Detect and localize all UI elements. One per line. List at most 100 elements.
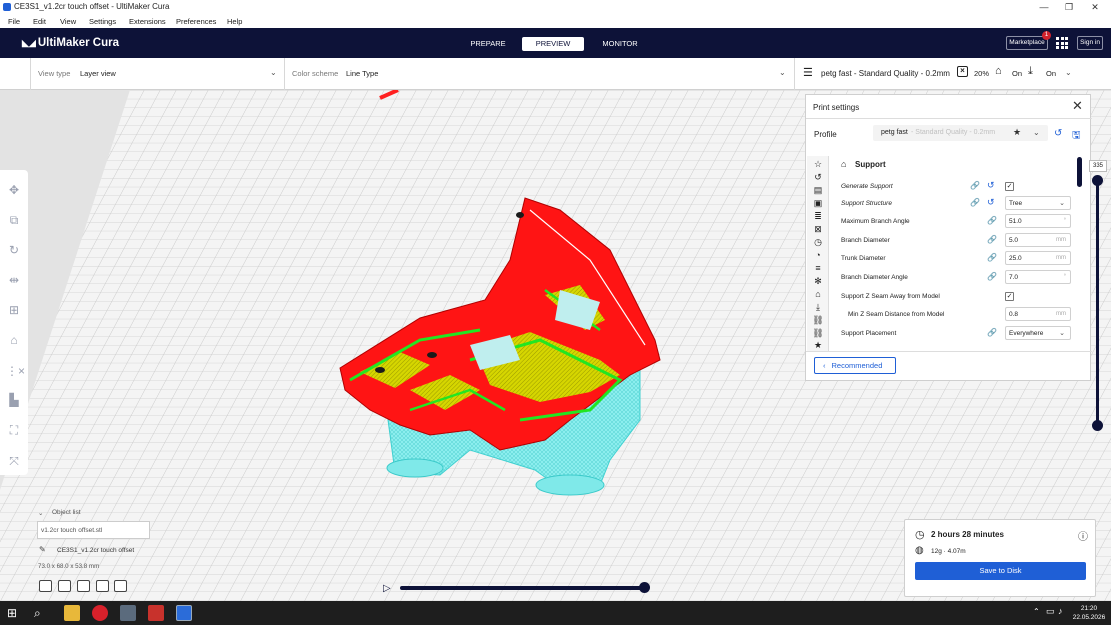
chevron-down-icon[interactable]: ⌄ — [38, 509, 43, 517]
start-icon[interactable]: ⊞ — [7, 605, 23, 621]
star-icon[interactable]: ★ — [1013, 127, 1021, 138]
volume-icon[interactable]: ♪ — [1058, 606, 1063, 616]
view-type-select[interactable]: View type Layer view ⌄ — [30, 58, 285, 90]
object-list-header[interactable]: Object list — [52, 509, 81, 516]
reset-icon[interactable]: ↺ — [987, 197, 995, 208]
menu-edit[interactable]: Edit — [33, 17, 46, 26]
reset-icon[interactable]: ↺ — [987, 180, 995, 191]
tab-monitor[interactable]: MONITOR — [594, 37, 646, 51]
paint-tool-icon[interactable]: ▙ — [6, 392, 22, 408]
opera-icon[interactable] — [92, 605, 108, 621]
tab-prepare[interactable]: PREPARE — [462, 37, 514, 51]
apps-grid-icon[interactable] — [1056, 37, 1068, 49]
close-icon[interactable]: ✕ — [1084, 0, 1106, 14]
infill-icon[interactable]: ≣ — [812, 210, 824, 222]
adhesion-category-icon[interactable]: ⤓ — [812, 301, 824, 313]
bounding-box-icon[interactable]: ⛶ — [6, 422, 22, 438]
cura-taskbar-icon[interactable] — [176, 605, 192, 621]
mesh-fixes-icon[interactable]: ⛓ — [812, 327, 824, 339]
support-placement-select[interactable]: Everywhere ⌄ — [1005, 326, 1071, 340]
quality-icon[interactable]: ↺ — [812, 171, 824, 183]
layer-slider-track[interactable] — [1096, 180, 1099, 426]
simulation-slider-handle[interactable] — [639, 582, 650, 593]
support-z-seam-checkbox[interactable]: ✓ — [1005, 292, 1014, 301]
play-icon[interactable]: ▷ — [383, 583, 391, 594]
close-icon[interactable]: ✕ — [1072, 98, 1083, 114]
calculator-icon[interactable] — [120, 605, 136, 621]
sign-in-button[interactable]: Sign in — [1077, 36, 1103, 50]
view-top-icon[interactable] — [77, 580, 90, 592]
dual-extrusion-icon[interactable]: ⛓ — [812, 314, 824, 326]
search-icon[interactable]: ⌕ — [34, 605, 50, 621]
layer-slider-top-handle[interactable] — [1092, 175, 1103, 186]
color-scheme-select[interactable]: Color scheme Line Type ⌄ — [285, 58, 795, 90]
minimize-icon[interactable]: — — [1033, 0, 1055, 14]
recommended-button[interactable]: ‹ Recommended — [814, 357, 896, 374]
menu-file[interactable]: File — [8, 17, 20, 26]
branch-diameter-angle-input[interactable]: 7.0 ° — [1005, 270, 1071, 284]
view-right-icon[interactable] — [114, 580, 127, 592]
profile-select[interactable]: petg fast - Standard Quality - 0.2mm ★ ⌄ — [873, 125, 1048, 141]
trunk-diameter-input[interactable]: 25.0 mm — [1005, 251, 1071, 265]
min-z-seam-distance-input[interactable]: 0.8 mm — [1005, 307, 1071, 321]
view-front-icon[interactable] — [58, 580, 71, 592]
mirror-tool-icon[interactable]: ⇹ — [6, 272, 22, 288]
object-name: CE3S1_v1.2cr touch offset — [57, 547, 135, 554]
setting-label: Support Placement — [841, 330, 897, 337]
rotate-tool-icon[interactable]: ↻ — [6, 242, 22, 258]
mesh-tools-icon[interactable]: ⋮× — [6, 363, 25, 379]
print-time: 2 hours 28 minutes — [931, 530, 1004, 539]
top-bottom-icon[interactable]: ▣ — [812, 197, 824, 209]
support-blocker-icon[interactable]: ⌂ — [6, 332, 22, 348]
view-left-icon[interactable] — [96, 580, 109, 592]
file-explorer-icon[interactable] — [64, 605, 80, 621]
walls-icon[interactable]: ▤ — [812, 184, 824, 196]
info-icon[interactable]: ⓘ — [1078, 528, 1088, 543]
print-setup-selector[interactable]: ☰ petg fast - Standard Quality - 0.2mm ×… — [795, 58, 1111, 90]
object-list-item[interactable]: v1.2cr touch offset.stl — [37, 521, 150, 539]
layer-slider-bottom-handle[interactable] — [1092, 420, 1103, 431]
fan-icon[interactable]: ✻ — [812, 275, 824, 287]
settings-scrollbar[interactable] — [1077, 157, 1082, 187]
max-branch-angle-input[interactable]: 51.0 ° — [1005, 214, 1071, 228]
system-clock[interactable]: 21:20 22.05.2026 — [1072, 604, 1106, 622]
pencil-icon[interactable]: ✎ — [39, 545, 46, 554]
layer-number[interactable]: 335 — [1089, 160, 1107, 172]
marketplace-button[interactable]: Marketplace — [1006, 36, 1048, 50]
view-3d-icon[interactable] — [39, 580, 52, 592]
special-modes-icon[interactable]: ★ — [812, 339, 824, 351]
speed-icon[interactable]: ◷ — [812, 236, 824, 248]
reset-profile-icon[interactable]: ↺ — [1054, 128, 1062, 139]
support-category-icon[interactable]: ⌂ — [812, 288, 824, 300]
freecad-icon[interactable] — [148, 605, 164, 621]
material-icon[interactable]: ⊠ — [812, 223, 824, 235]
simulation-slider[interactable] — [400, 586, 645, 590]
save-to-disk-button[interactable]: Save to Disk — [915, 562, 1086, 580]
maximize-icon[interactable]: ❐ — [1058, 0, 1080, 14]
per-model-settings-icon[interactable]: ⊞ — [6, 302, 22, 318]
favorites-icon[interactable]: ☆ — [812, 158, 824, 170]
travel-icon[interactable]: ◔ — [812, 249, 824, 261]
setting-branch-diameter: Branch Diameter 🔗 5.0 mm — [841, 233, 1073, 249]
tray-chevron-icon[interactable]: ⌃ — [1033, 607, 1040, 616]
branch-diameter-input[interactable]: 5.0 mm — [1005, 233, 1071, 247]
generate-support-checkbox[interactable]: ✓ — [1005, 182, 1014, 191]
chevron-down-icon: ⌄ — [1059, 330, 1065, 337]
setting-label: Maximum Branch Angle — [841, 218, 910, 225]
menu-view[interactable]: View — [60, 17, 76, 26]
menu-settings[interactable]: Settings — [89, 17, 116, 26]
network-icon[interactable]: ▭ — [1046, 606, 1055, 617]
save-profile-icon[interactable]: 🖫 — [1072, 128, 1081, 145]
cooling-icon[interactable]: ≡ — [812, 262, 824, 274]
menu-extensions[interactable]: Extensions — [129, 17, 166, 26]
menu-help[interactable]: Help — [227, 17, 242, 26]
support-structure-select[interactable]: Tree ⌄ — [1005, 196, 1071, 210]
arrange-tool-icon[interactable]: ⤧ — [6, 453, 22, 469]
section-header[interactable]: Support — [855, 160, 886, 169]
move-tool-icon[interactable]: ✥ — [6, 182, 22, 198]
tab-preview[interactable]: PREVIEW — [522, 37, 584, 51]
setting-label: Branch Diameter Angle — [841, 274, 908, 281]
menu-preferences[interactable]: Preferences — [176, 17, 216, 26]
setting-label: Trunk Diameter — [841, 255, 886, 262]
scale-tool-icon[interactable]: ⧉ — [6, 212, 22, 228]
